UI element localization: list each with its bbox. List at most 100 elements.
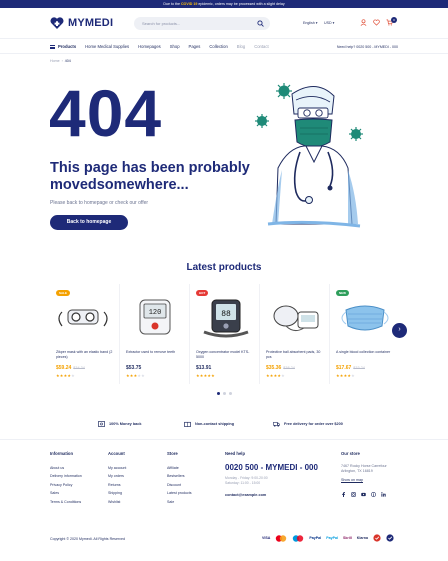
footer-link[interactable]: Sales bbox=[50, 489, 82, 497]
search-input[interactable]: Search for products... bbox=[134, 17, 270, 30]
footer-information: Information About us Delivery informatio… bbox=[50, 451, 82, 506]
help-email[interactable]: contact@example.com bbox=[225, 493, 318, 497]
product-card[interactable]: NEW A single blood collection container … bbox=[330, 284, 400, 384]
footer-heading: Need help bbox=[225, 451, 246, 456]
price-value: $35.36 bbox=[266, 365, 282, 371]
latest-products-title: Latest products bbox=[186, 262, 262, 273]
nav-item-shop[interactable]: Shop bbox=[170, 44, 180, 49]
product-card[interactable]: SALE Zikper mask with an elastic band (2… bbox=[50, 284, 120, 384]
rating-stars: ★★★★★ bbox=[266, 373, 285, 378]
product-name[interactable]: Extractor used to remove teeth bbox=[126, 350, 186, 355]
announcement-suffix: epidemic, orders may be processed with a… bbox=[198, 2, 285, 6]
nav-item-homepages[interactable]: Homepages bbox=[138, 44, 161, 49]
carousel-dot[interactable] bbox=[229, 392, 232, 395]
footer-link[interactable]: Shipping bbox=[108, 489, 126, 497]
secure-badge-icon bbox=[373, 534, 381, 542]
features-strip: 100% Money back Non-contact shipping Fre… bbox=[0, 418, 448, 431]
nav-item-pages[interactable]: Pages bbox=[189, 44, 201, 49]
rating-stars: ★★★★★ bbox=[56, 373, 75, 378]
new-badge: NEW bbox=[336, 290, 349, 296]
chevron-right-icon: › bbox=[398, 326, 401, 333]
nav-products-menu[interactable]: Products bbox=[50, 44, 76, 49]
arm-monitor-icon bbox=[273, 305, 319, 332]
breadcrumb-home[interactable]: Home bbox=[50, 59, 60, 63]
currency-select[interactable]: USD ▾ bbox=[324, 21, 334, 25]
footer-link[interactable]: About us bbox=[50, 464, 82, 472]
nav-help-text: Need help? 0020 500 - MYMEDI - 000 bbox=[336, 45, 398, 49]
footer-link[interactable]: Bestsellers bbox=[167, 472, 192, 480]
linkedin-icon[interactable] bbox=[381, 491, 386, 497]
product-price: $17.67 $33.24 bbox=[336, 365, 365, 371]
product-name[interactable]: A single blood collection container bbox=[336, 350, 396, 355]
error-subtext: Please back to homepage or check our off… bbox=[50, 200, 149, 206]
rating-stars: ★★★★★ bbox=[126, 373, 145, 378]
product-name[interactable]: Zikper mask with an elastic band (2 piec… bbox=[56, 350, 116, 359]
footer-store: Store Affiliate Bestsellers Discount Lat… bbox=[167, 451, 192, 506]
old-price: $34.34 bbox=[73, 366, 85, 370]
footer-link[interactable]: Privacy Policy bbox=[50, 481, 82, 489]
help-phone[interactable]: 0020 500 - MYMEDI - 000 bbox=[225, 463, 318, 472]
feature-label: 100% Money back bbox=[109, 422, 142, 426]
back-to-homepage-button[interactable]: Back to homepage bbox=[50, 215, 128, 230]
user-icon[interactable] bbox=[360, 19, 367, 26]
carousel-dot[interactable] bbox=[217, 392, 220, 395]
nav-item-collection[interactable]: Collection bbox=[209, 44, 227, 49]
nav-item-home-medical[interactable]: Home Medical Supplies bbox=[85, 44, 129, 49]
footer-link[interactable]: Affiliate bbox=[167, 464, 192, 472]
carousel-dot[interactable] bbox=[223, 392, 226, 395]
footer-link[interactable]: Returns bbox=[108, 481, 126, 489]
svg-text:88: 88 bbox=[221, 310, 231, 319]
facebook-icon[interactable] bbox=[341, 491, 346, 497]
mastercard-icon bbox=[276, 534, 287, 542]
footer-link[interactable]: Terms & Conditions bbox=[50, 498, 82, 506]
nav-item-blog[interactable]: Blog bbox=[237, 44, 245, 49]
footer-link[interactable]: Latest products bbox=[167, 489, 192, 497]
product-carousel: SALE Zikper mask with an elastic band (2… bbox=[50, 284, 400, 384]
header-icons bbox=[360, 19, 393, 26]
heart-logo-icon bbox=[50, 17, 64, 29]
language-select[interactable]: English ▾ bbox=[303, 21, 318, 25]
carousel-dots bbox=[217, 392, 232, 395]
divider bbox=[0, 439, 448, 440]
youtube-icon[interactable] bbox=[361, 492, 366, 497]
product-name[interactable]: Oxygen concentrator model KTS-5000 bbox=[196, 350, 256, 359]
footer-heading: Account bbox=[108, 451, 125, 456]
pinterest-icon[interactable] bbox=[371, 491, 376, 497]
maestro-icon bbox=[293, 534, 304, 542]
svg-text:120: 120 bbox=[149, 309, 162, 317]
visa-icon: VISA bbox=[262, 536, 271, 540]
nav-item-contact[interactable]: Contact bbox=[254, 44, 268, 49]
footer-link[interactable]: My account bbox=[108, 464, 126, 472]
instagram-icon[interactable] bbox=[351, 491, 356, 497]
logo-text: MYMEDI bbox=[68, 17, 114, 29]
carousel-next-button[interactable]: › bbox=[392, 323, 407, 338]
product-name[interactable]: Protective ball absorbent pads, 30 pcs bbox=[266, 350, 326, 359]
product-price: $59.24 $34.34 bbox=[56, 365, 85, 371]
logo[interactable]: MYMEDI bbox=[50, 17, 113, 29]
footer-link[interactable]: Sale bbox=[167, 498, 192, 506]
footer-need-help: Need help 0020 500 - MYMEDI - 000 Monday… bbox=[225, 451, 318, 497]
search-icon[interactable] bbox=[257, 20, 264, 27]
feature-free-delivery: Free delivery for order over $200 bbox=[273, 421, 343, 427]
product-price: $53.75 bbox=[126, 365, 141, 371]
footer-our-store: Our store 7467 Rocky Horse Carrefour Arl… bbox=[341, 451, 387, 497]
search-placeholder: Search for products... bbox=[142, 21, 181, 26]
product-card[interactable]: 120 Extractor used to remove teeth $53.7… bbox=[120, 284, 190, 384]
footer-heading: Our store bbox=[341, 451, 360, 456]
footer-heading: Information bbox=[50, 451, 74, 456]
footer-link[interactable]: Discount bbox=[167, 481, 192, 489]
feature-label: Free delivery for order over $200 bbox=[284, 422, 343, 426]
heart-icon[interactable] bbox=[373, 19, 380, 26]
product-card[interactable]: 88 HOT Oxygen concentrator model KTS-500… bbox=[190, 284, 260, 384]
show-on-map-link[interactable]: Show on map bbox=[341, 478, 387, 482]
product-price: $13.91 bbox=[196, 365, 211, 371]
breadcrumb: Home › 404 bbox=[50, 59, 71, 63]
money-icon bbox=[98, 421, 105, 427]
product-card[interactable]: Protective ball absorbent pads, 30 pcs $… bbox=[260, 284, 330, 384]
doctor-illustration bbox=[255, 83, 363, 228]
product-price: $35.36 $38.24 bbox=[266, 365, 295, 371]
footer-link[interactable]: My orders bbox=[108, 472, 126, 480]
footer-link[interactable]: Wishlist bbox=[108, 498, 126, 506]
footer-link[interactable]: Delivery information bbox=[50, 472, 82, 480]
price-value: $13.91 bbox=[196, 365, 212, 371]
